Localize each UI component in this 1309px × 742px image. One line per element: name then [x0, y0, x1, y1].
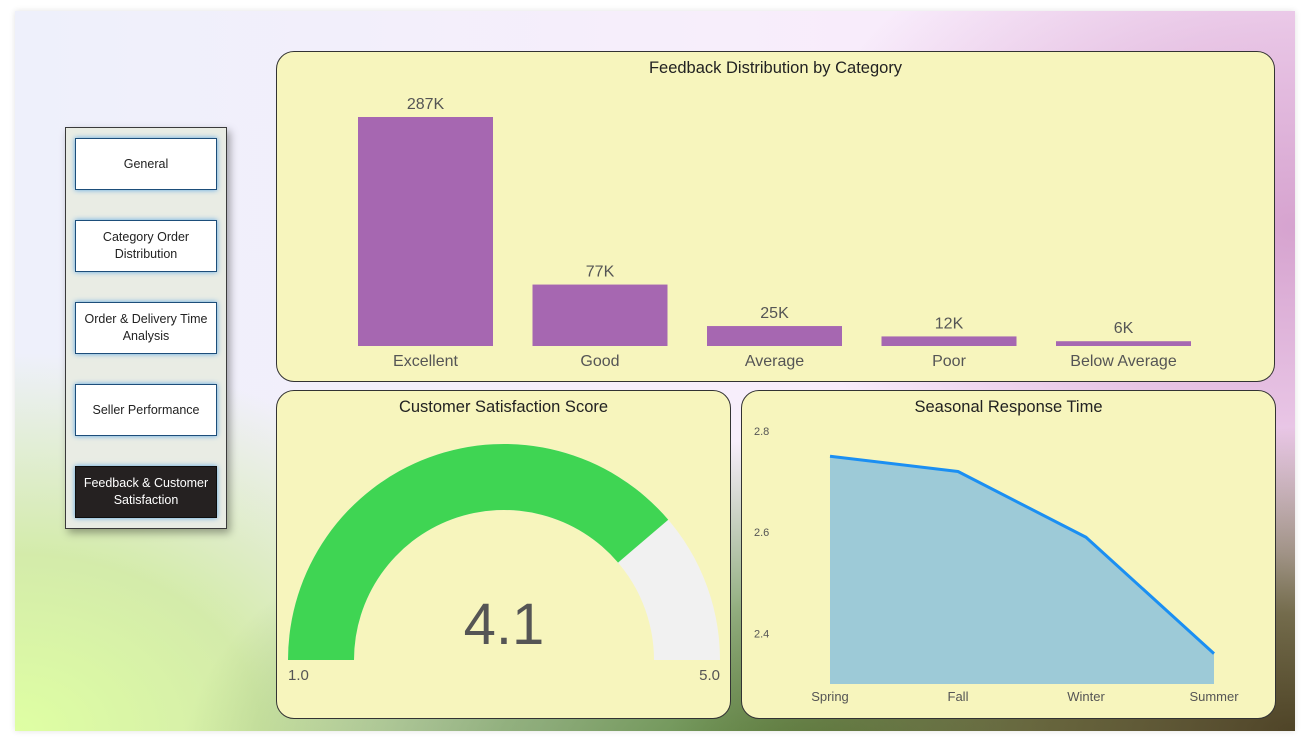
bar-average — [707, 326, 842, 346]
nav-button-general[interactable]: General — [75, 138, 217, 190]
navigation-panel: General Category Order Distribution Orde… — [65, 127, 227, 529]
bar-value-label-excellent: 287K — [407, 96, 445, 113]
gauge-value: 4.1 — [464, 592, 545, 657]
nav-button-order-delivery-time-analysis[interactable]: Order & Delivery Time Analysis — [75, 302, 217, 354]
bar-value-label-poor: 12K — [935, 315, 964, 332]
category-label-average: Average — [745, 353, 804, 370]
feedback-bar-chart: 287K Excellent 77K Good 25K Average 12K Poor 6K B… — [358, 96, 1191, 370]
category-label-below-average: Below Average — [1070, 353, 1177, 370]
satisfaction-gauge: 4.1 1.0 5.0 — [288, 444, 720, 684]
category-label-excellent: Excellent — [393, 353, 458, 370]
bar-poor — [881, 336, 1017, 346]
y-tick-label-2-8: 2.8 — [754, 426, 769, 438]
gauge-max-label: 5.0 — [699, 667, 720, 684]
nav-button-feedback-customer-satisfaction[interactable]: Feedback & Customer Satisfaction — [75, 466, 217, 518]
bar-below-average — [1056, 341, 1191, 346]
nav-button-seller-performance[interactable]: Seller Performance — [75, 384, 217, 436]
bar-good — [532, 284, 668, 346]
seasonal-response-card: Seasonal Response Time 2.4 2.6 2.8 Spring Fa… — [741, 390, 1276, 719]
bar-value-label-average: 25K — [760, 305, 789, 322]
category-label-poor: Poor — [932, 353, 966, 370]
y-tick-label-2-4: 2.4 — [754, 628, 769, 640]
bar-excellent — [358, 117, 493, 346]
x-tick-label-fall: Fall — [948, 689, 969, 704]
dashboard-canvas: General Category Order Distribution Orde… — [15, 11, 1295, 731]
category-label-good: Good — [580, 353, 619, 370]
response-time-area — [830, 456, 1214, 684]
x-tick-label-spring: Spring — [811, 689, 849, 704]
x-tick-label-summer: Summer — [1189, 689, 1239, 704]
feedback-distribution-card: Feedback Distribution by Category 287K Ex… — [276, 51, 1275, 382]
x-tick-label-winter: Winter — [1067, 689, 1105, 704]
satisfaction-score-card: Customer Satisfaction Score 4.1 1.0 5.0 — [276, 390, 731, 719]
seasonal-area-chart: 2.4 2.6 2.8 Spring Fall Winter Summer — [754, 426, 1239, 704]
gauge-min-label: 1.0 — [288, 667, 309, 684]
bar-value-label-good: 77K — [586, 264, 615, 281]
bar-value-label-below-average: 6K — [1114, 320, 1134, 337]
y-tick-label-2-6: 2.6 — [754, 527, 769, 539]
nav-button-category-order-distribution[interactable]: Category Order Distribution — [75, 220, 217, 272]
